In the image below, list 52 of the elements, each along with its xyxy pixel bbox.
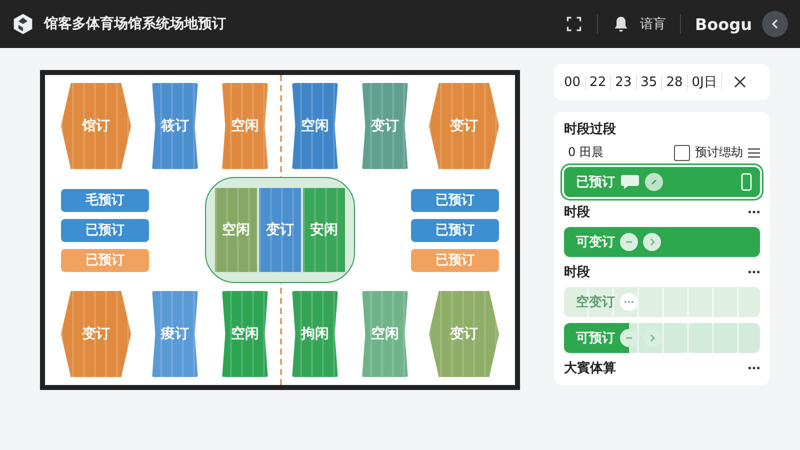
time-segment[interactable]: 35 — [636, 74, 662, 90]
checkbox-label[interactable]: 预讨缌劫 — [695, 144, 743, 161]
court[interactable]: 空闲 — [215, 188, 257, 272]
court[interactable]: 馆订 — [61, 83, 131, 169]
time-segment[interactable]: 23 — [611, 74, 637, 90]
panel-title: 时段过段 — [564, 121, 617, 138]
circle-icon — [643, 233, 661, 251]
back-icon[interactable] — [762, 11, 788, 37]
slot-label: 空变订 — [576, 294, 615, 311]
section-heading: 时段 — [564, 264, 590, 281]
time-segment[interactable]: 00 — [560, 74, 586, 90]
phone-icon — [741, 173, 752, 191]
booking-bar[interactable]: 已预订 — [411, 218, 499, 242]
app-title: 馆客多体育场馆系统场地预订 — [44, 15, 226, 33]
time-slot-bar[interactable]: 可变订 — [564, 227, 760, 257]
slot-label: 已预订 — [576, 174, 615, 191]
court[interactable]: 变订 — [61, 291, 131, 377]
close-icon[interactable] — [734, 76, 746, 88]
court[interactable]: 变订 — [429, 291, 499, 377]
time-slot-bar[interactable]: 可预订 — [564, 323, 760, 353]
circle-icon — [643, 329, 661, 347]
circle-icon — [620, 329, 638, 347]
slot-label: 可变订 — [576, 234, 615, 251]
time-segment[interactable]: 22 — [586, 74, 612, 90]
court[interactable]: 安闲 — [303, 188, 345, 272]
more-icon — [620, 293, 638, 311]
time-slot-bar[interactable]: 已预订 — [564, 167, 760, 197]
section-heading: 时段 — [564, 204, 590, 221]
time-segment[interactable]: 28 — [662, 74, 688, 90]
more-icon[interactable] — [748, 366, 760, 370]
count-label: 0 田晨 — [567, 144, 604, 161]
circle-icon — [645, 173, 663, 191]
section-heading: 大賓体算 — [564, 360, 616, 377]
checkbox[interactable] — [674, 144, 690, 160]
booking-bar[interactable]: 已预订 — [61, 218, 149, 242]
language-link[interactable]: 谙肓 — [640, 15, 666, 33]
booking-bar[interactable]: 已预订 — [411, 188, 499, 212]
menu-icon[interactable] — [748, 148, 760, 158]
user-name[interactable]: Boogu — [694, 14, 752, 34]
logo-icon — [12, 13, 34, 35]
slot-label: 可预订 — [576, 330, 615, 347]
more-icon[interactable] — [748, 270, 760, 274]
court[interactable]: 变订 — [259, 188, 301, 272]
chat-icon — [620, 174, 640, 190]
circle-icon — [620, 233, 638, 251]
booking-bar[interactable]: 已预订 — [411, 248, 499, 272]
booking-bar[interactable]: 毛预订 — [61, 188, 149, 212]
more-icon[interactable] — [748, 210, 760, 214]
fullscreen-icon[interactable] — [564, 15, 583, 33]
time-segment[interactable]: 0J日 — [688, 73, 722, 91]
court[interactable]: 变订 — [429, 83, 499, 169]
booking-bar[interactable]: 已预订 — [61, 248, 149, 272]
